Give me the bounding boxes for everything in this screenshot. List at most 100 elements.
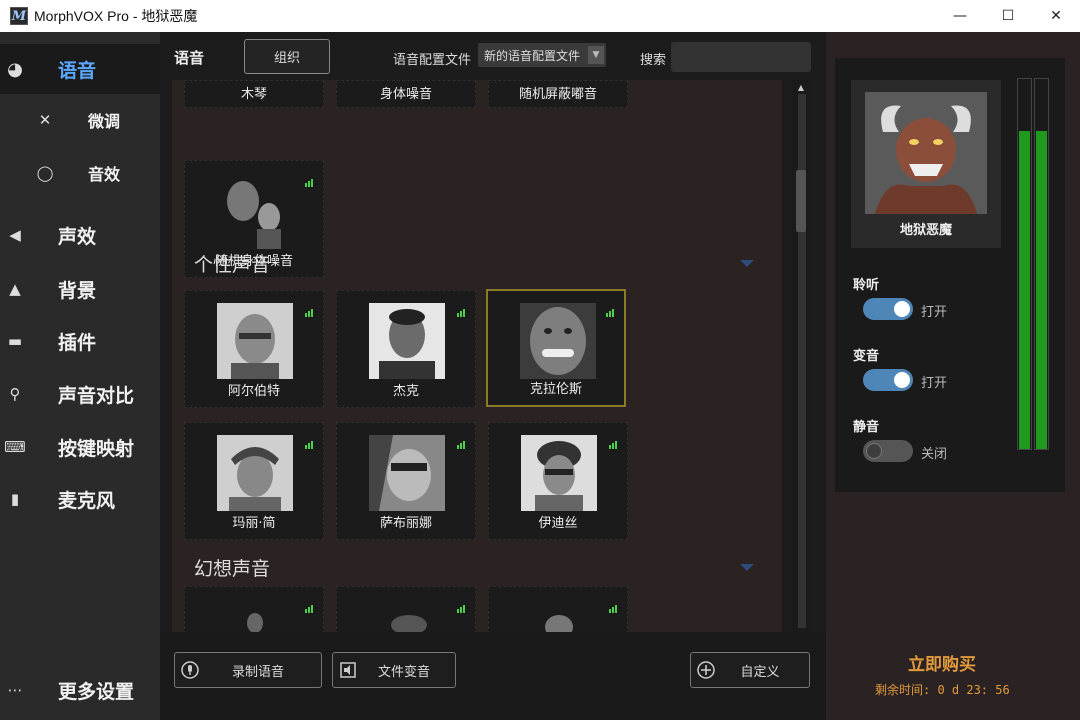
sidebar: ◕ 语音 ✕ 微调 ◯ 音效 ◀ 声效 ▲ 背景 ▬ 插件 ⚲ 声音对比 ⌨ 按… bbox=[0, 32, 160, 720]
sidebar-item-background[interactable]: ▲ 背景 bbox=[0, 264, 160, 314]
sidebar-item-effects[interactable]: ◯ 音效 bbox=[0, 148, 160, 198]
category-heading: 个性声音 bbox=[194, 254, 271, 276]
sidebar-item-sounds[interactable]: ◀ 声效 bbox=[0, 210, 160, 260]
voice-portrait bbox=[369, 303, 445, 379]
voice-card[interactable]: 随机屏蔽嘟音 bbox=[488, 80, 628, 108]
voice-list-scrollbar[interactable]: ▲ ▼ bbox=[792, 80, 810, 642]
sidebar-item-label: 更多设置 bbox=[58, 680, 135, 703]
title-bar: M MorphVOX Pro - 地狱恶魔 — ☐ ✕ bbox=[0, 0, 1080, 32]
file-speaker-icon bbox=[339, 661, 357, 679]
sidebar-item-label: 语音 bbox=[58, 59, 97, 82]
morphvox-app-icon: M bbox=[10, 7, 28, 25]
sidebar-item-plugins[interactable]: ▬ 插件 bbox=[0, 316, 160, 366]
mute-state: 关闭 bbox=[921, 447, 948, 462]
keyboard-keys-icon: ⌨ bbox=[4, 438, 26, 456]
record-voice-button[interactable]: 录制语音 bbox=[174, 652, 322, 688]
more-dots-icon: ⋯ bbox=[7, 681, 23, 699]
voice-card[interactable] bbox=[488, 586, 628, 632]
voice-name: 克拉伦斯 bbox=[529, 382, 582, 397]
current-voice-name: 地狱恶魔 bbox=[899, 223, 952, 238]
speaker-icon: ◀ bbox=[9, 226, 21, 244]
sidebar-item-label: 背景 bbox=[58, 279, 97, 302]
voice-portrait bbox=[369, 435, 445, 511]
voice-portrait bbox=[521, 599, 597, 632]
scroll-up-icon[interactable]: ▲ bbox=[792, 80, 810, 94]
microphone-icon: ▮ bbox=[10, 490, 20, 508]
maximize-button[interactable]: ☐ bbox=[984, 0, 1032, 32]
voice-name: 玛丽·简 bbox=[232, 516, 276, 531]
mute-toggle[interactable] bbox=[863, 440, 913, 462]
collapse-arrow-icon[interactable] bbox=[740, 564, 754, 571]
sidebar-item-tweak[interactable]: ✕ 微调 bbox=[0, 95, 160, 145]
voice-card[interactable]: 木琴 bbox=[184, 80, 324, 108]
minimize-button[interactable]: — bbox=[936, 0, 984, 32]
voice-card[interactable]: 身体噪音 bbox=[336, 80, 476, 108]
level-meter-right bbox=[1034, 78, 1049, 450]
voice-portrait bbox=[520, 303, 596, 379]
window-title: MorphVOX Pro - 地狱恶魔 bbox=[34, 8, 198, 24]
voice-card[interactable]: 萨布丽娜 bbox=[336, 422, 476, 540]
voice-name: 身体噪音 bbox=[379, 87, 432, 102]
sidebar-item-label: 声音对比 bbox=[58, 384, 135, 407]
level-meter-fill bbox=[1019, 130, 1030, 449]
signal-icon bbox=[305, 441, 313, 449]
voice-name: 伊迪丝 bbox=[538, 516, 578, 531]
custom-button[interactable]: 自定义 bbox=[690, 652, 810, 688]
signal-icon bbox=[305, 605, 313, 613]
voice-card[interactable]: 伊迪丝 bbox=[488, 422, 628, 540]
level-meter-fill bbox=[1036, 130, 1047, 449]
voice-profile-value: 新的语音配置文件 bbox=[484, 48, 581, 63]
toggle-knob bbox=[894, 301, 910, 317]
morph-label: 变音 bbox=[853, 349, 880, 364]
signal-icon bbox=[606, 309, 614, 317]
collapse-arrow-icon[interactable] bbox=[740, 260, 754, 267]
voice-card[interactable]: 阿尔伯特 bbox=[184, 290, 324, 408]
signal-icon bbox=[305, 309, 313, 317]
voice-name: 木琴 bbox=[240, 87, 267, 102]
mountain-icon: ▲ bbox=[9, 280, 21, 298]
voice-profile-label: 语音配置文件 bbox=[393, 53, 472, 68]
demon-avatar bbox=[865, 92, 987, 214]
sidebar-item-microphone[interactable]: ▮ 麦克风 bbox=[0, 474, 160, 524]
search-input[interactable] bbox=[671, 42, 811, 72]
sidebar-item-voice[interactable]: ◕ 语音 bbox=[0, 44, 160, 94]
signal-icon bbox=[457, 309, 465, 317]
mute-label: 静音 bbox=[853, 420, 880, 435]
signal-icon bbox=[305, 179, 313, 187]
sidebar-item-voice-compare[interactable]: ⚲ 声音对比 bbox=[0, 369, 160, 419]
current-voice-card: 地狱恶魔 bbox=[851, 80, 1001, 248]
sidebar-item-label: 微调 bbox=[88, 112, 121, 131]
sidebar-item-more-settings[interactable]: ⋯ 更多设置 bbox=[0, 665, 160, 715]
voice-profile-dropdown[interactable]: 新的语音配置文件 ▼ bbox=[478, 43, 606, 67]
toggle-knob bbox=[894, 372, 910, 388]
voice-portrait bbox=[217, 303, 293, 379]
signal-icon bbox=[457, 605, 465, 613]
sidebar-item-keybinds[interactable]: ⌨ 按键映射 bbox=[0, 422, 160, 472]
bottom-bar: 录制语音 文件变音 自定义 bbox=[160, 632, 826, 720]
voice-name: 萨布丽娜 bbox=[379, 516, 432, 531]
sidebar-item-label: 插件 bbox=[58, 331, 97, 354]
voice-portrait bbox=[521, 435, 597, 511]
magnifier-icon: ⚲ bbox=[9, 385, 21, 403]
sidebar-item-label: 按键映射 bbox=[58, 437, 135, 460]
voice-card[interactable] bbox=[184, 586, 324, 632]
organize-button[interactable]: 组织 bbox=[244, 39, 330, 74]
voice-card[interactable]: 玛丽·简 bbox=[184, 422, 324, 540]
level-meter-left bbox=[1017, 78, 1032, 450]
search-label: 搜索 bbox=[640, 53, 667, 68]
morph-toggle[interactable] bbox=[863, 369, 913, 391]
close-button[interactable]: ✕ bbox=[1032, 0, 1080, 32]
microphone-record-icon bbox=[181, 661, 199, 679]
sidebar-item-label: 音效 bbox=[88, 165, 121, 184]
scroll-thumb[interactable] bbox=[796, 170, 806, 232]
signal-icon bbox=[457, 441, 465, 449]
file-convert-button[interactable]: 文件变音 bbox=[332, 652, 456, 688]
voice-card[interactable]: 杰克 bbox=[336, 290, 476, 408]
right-panel: 地狱恶魔 聆听 打开 变音 打开 静音 关闭 立即购买 剩余时间: 0 d 23… bbox=[826, 32, 1080, 720]
sidebar-item-label: 麦克风 bbox=[58, 489, 116, 512]
buy-now-link[interactable]: 立即购买 bbox=[908, 650, 976, 675]
voice-card-selected[interactable]: 克拉伦斯 bbox=[486, 289, 626, 407]
trial-remaining-time: 剩余时间: 0 d 23: 56 bbox=[875, 683, 1010, 697]
listen-toggle[interactable] bbox=[863, 298, 913, 320]
voice-card[interactable] bbox=[336, 586, 476, 632]
